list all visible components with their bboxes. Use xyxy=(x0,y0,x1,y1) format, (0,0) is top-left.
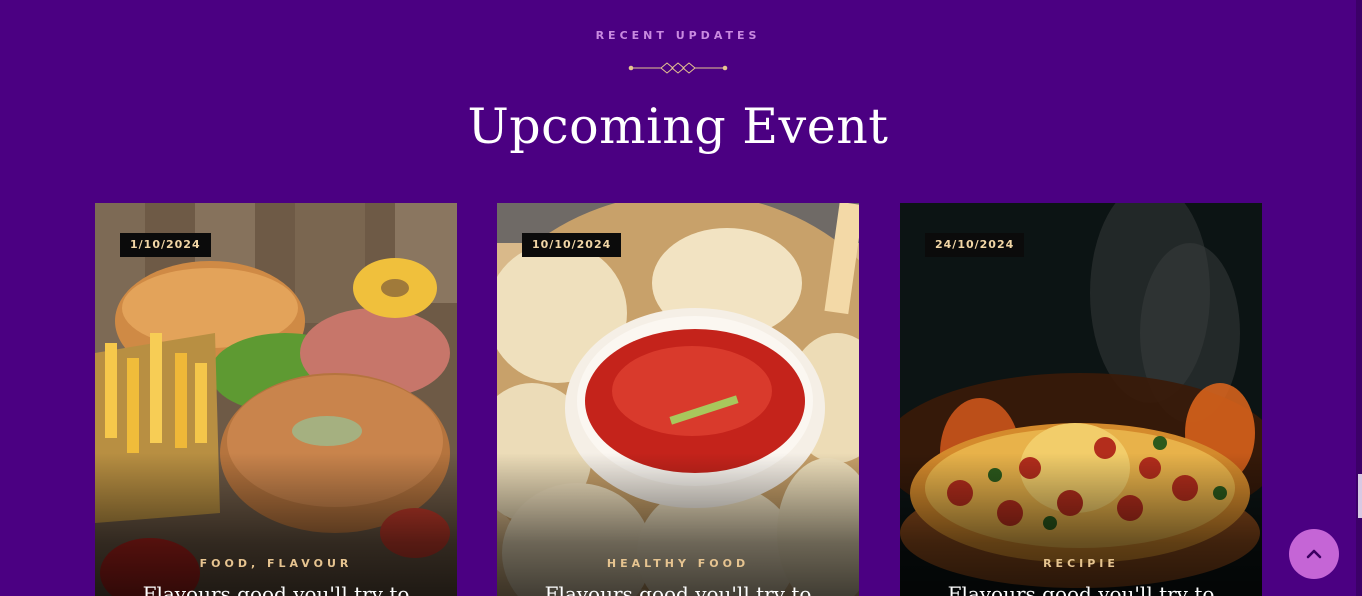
section-eyebrow: RECENT UPDATES xyxy=(595,29,761,42)
diamond-divider-icon xyxy=(628,62,728,74)
event-card[interactable]: 24/10/2024 RECIPIE Flavours good you'll … xyxy=(900,203,1262,596)
event-category[interactable]: RECIPIE xyxy=(900,557,1262,570)
event-date-badge: 1/10/2024 xyxy=(120,233,211,257)
event-headline[interactable]: Flavours good you'll try to xyxy=(497,582,859,596)
event-date-badge: 10/10/2024 xyxy=(522,233,622,257)
chevron-up-icon xyxy=(1306,549,1322,559)
section-title: Upcoming Event xyxy=(467,98,889,155)
event-card[interactable]: 1/10/2024 FOOD, FLAVOUR Flavours good yo… xyxy=(95,203,457,596)
scroll-to-top-button[interactable] xyxy=(1289,529,1339,579)
event-date-badge: 24/10/2024 xyxy=(925,233,1025,257)
event-card[interactable]: 10/10/2024 HEALTHY FOOD Flavours good yo… xyxy=(497,203,859,596)
event-headline[interactable]: Flavours good you'll try to xyxy=(900,582,1262,596)
page-scrollbar-thumb[interactable] xyxy=(1358,474,1362,518)
event-category[interactable]: FOOD, FLAVOUR xyxy=(95,557,457,570)
event-headline[interactable]: Flavours good you'll try to xyxy=(95,582,457,596)
event-category[interactable]: HEALTHY FOOD xyxy=(497,557,859,570)
